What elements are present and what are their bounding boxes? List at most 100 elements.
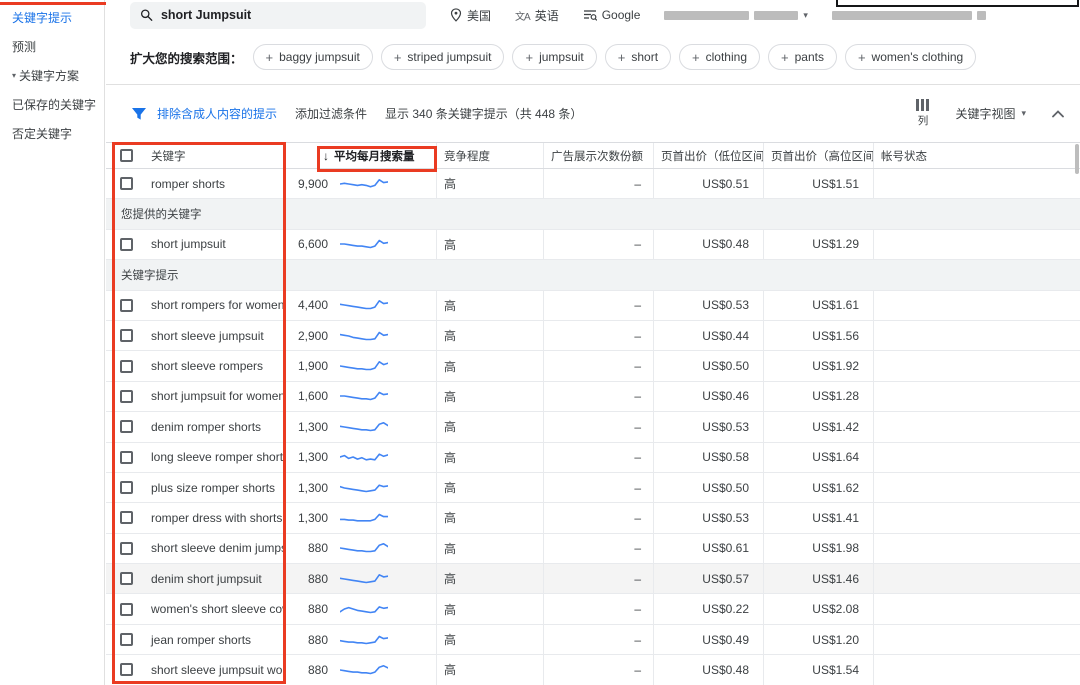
account-status-cell <box>873 594 1080 623</box>
table-row[interactable]: long sleeve romper shorts 1,300 高 – US$0… <box>106 443 1080 473</box>
ad-impression-share-cell: – <box>543 291 653 320</box>
top-bid-low-cell: US$0.53 <box>653 291 763 320</box>
section-label: 关键字提示 <box>121 267 179 283</box>
table-row[interactable]: short jumpsuit for women 1,600 高 – US$0.… <box>106 382 1080 412</box>
header-keyword[interactable]: 关键字 <box>141 143 286 168</box>
row-checkbox[interactable] <box>120 420 133 433</box>
row-checkbox[interactable] <box>120 511 133 524</box>
top-bid-low-cell: US$0.58 <box>653 443 763 472</box>
top-bid-high-cell: US$1.29 <box>763 230 873 259</box>
header-ad-impression-share[interactable]: 广告展示次数份额 <box>543 143 653 168</box>
sidebar-item[interactable]: 已保存的关键字 <box>0 90 104 119</box>
result-summary: 显示 340 条关键字提示（共 448 条） <box>385 105 582 122</box>
table-row[interactable]: plus size romper shorts 1,300 高 – US$0.5… <box>106 473 1080 503</box>
table-header-row: 关键字 ↓ 平均每月搜索量 竞争程度 广告展示次数份额 页首出价（低位区间） 页… <box>106 142 1080 169</box>
search-input[interactable] <box>161 8 416 22</box>
top-bid-high-cell: US$1.62 <box>763 473 873 502</box>
top-bid-low-cell: US$0.48 <box>653 655 763 684</box>
table-row[interactable]: romper dress with shorts 1,300 高 – US$0.… <box>106 503 1080 533</box>
ad-impression-share-cell: – <box>543 625 653 654</box>
top-bid-high-cell: US$1.20 <box>763 625 873 654</box>
keyword-suggestion-chip[interactable]: + women's clothing <box>845 44 976 70</box>
sidebar-item[interactable]: 关键字提示 <box>0 3 104 32</box>
table-row[interactable]: romper shorts 9,900 高 – US$0.51 US$1.51 <box>106 169 1080 199</box>
row-checkbox[interactable] <box>120 360 133 373</box>
language-selector[interactable]: 文A 英语 <box>515 7 559 24</box>
keyword-search-box[interactable] <box>130 2 426 29</box>
collapse-panel-button[interactable] <box>1052 110 1064 118</box>
row-checkbox[interactable] <box>120 633 133 646</box>
add-filter-button[interactable]: 添加过滤条件 <box>295 105 367 122</box>
table-row[interactable]: women's short sleeve coveralls 880 高 – U… <box>106 594 1080 624</box>
top-bid-high-cell: US$1.64 <box>763 443 873 472</box>
row-checkbox[interactable] <box>120 572 133 585</box>
table-row[interactable]: jean romper shorts 880 高 – US$0.49 US$1.… <box>106 625 1080 655</box>
keyword-view-dropdown[interactable]: 关键字视图 ▾ <box>955 105 1026 122</box>
network-selector[interactable]: Google <box>583 8 641 22</box>
top-bid-low-cell: US$0.48 <box>653 230 763 259</box>
table-row[interactable]: short rompers for women 4,400 高 – US$0.5… <box>106 291 1080 321</box>
account-status-cell <box>873 230 1080 259</box>
row-checkbox[interactable] <box>120 603 133 616</box>
row-checkbox[interactable] <box>120 329 133 342</box>
account-status-cell <box>873 291 1080 320</box>
sidebar-item[interactable]: ▾ 关键字方案 <box>0 61 104 90</box>
row-checkbox[interactable] <box>120 542 133 555</box>
table-row[interactable]: denim short jumpsuit 880 高 – US$0.57 US$… <box>106 564 1080 594</box>
header-competition[interactable]: 竞争程度 <box>436 143 543 168</box>
row-checkbox[interactable] <box>120 481 133 494</box>
row-checkbox[interactable] <box>120 663 133 676</box>
location-selector[interactable]: 美国 <box>450 7 491 24</box>
location-label: 美国 <box>467 7 491 24</box>
row-checkbox[interactable] <box>120 177 133 190</box>
keyword-suggestion-chip[interactable]: + baggy jumpsuit <box>253 44 373 70</box>
keyword-suggestion-chip[interactable]: + jumpsuit <box>512 44 596 70</box>
keyword-suggestion-chip[interactable]: + pants <box>768 44 837 70</box>
sidebar-item[interactable]: 预测 <box>0 32 104 61</box>
ad-impression-share-cell: – <box>543 594 653 623</box>
table-row[interactable]: short sleeve jumpsuit womens 880 高 – US$… <box>106 655 1080 685</box>
search-trend-sparkline <box>340 387 388 405</box>
top-bid-low-cell: US$0.22 <box>653 594 763 623</box>
account-status-cell <box>873 169 1080 198</box>
row-checkbox[interactable] <box>120 238 133 251</box>
search-trend-sparkline <box>340 479 388 497</box>
table-row[interactable]: short sleeve rompers 1,900 高 – US$0.50 U… <box>106 351 1080 381</box>
filter-icon[interactable] <box>131 107 147 121</box>
exclude-adult-link[interactable]: 排除含成人内容的提示 <box>157 105 277 122</box>
row-checkbox[interactable] <box>120 451 133 464</box>
table-row[interactable]: denim romper shorts 1,300 高 – US$0.53 US… <box>106 412 1080 442</box>
broaden-search-row: 扩大您的搜索范围： + baggy jumpsuit + striped jum… <box>106 30 1080 85</box>
top-bid-low-cell: US$0.49 <box>653 625 763 654</box>
keyword-suggestion-chip[interactable]: + clothing <box>679 44 760 70</box>
table-body: romper shorts 9,900 高 – US$0.51 US$1.51 … <box>106 169 1080 685</box>
ad-impression-share-cell: – <box>543 655 653 684</box>
ad-impression-share-cell: – <box>543 503 653 532</box>
date-range-selector[interactable]: ▾ <box>664 10 808 21</box>
vertical-scrollbar[interactable] <box>1075 144 1079 174</box>
competition-cell: 高 <box>436 321 543 350</box>
plus-icon: + <box>266 50 274 65</box>
table-row[interactable]: short sleeve denim jumpsuit 880 高 – US$0… <box>106 534 1080 564</box>
ad-impression-share-cell: – <box>543 443 653 472</box>
header-top-bid-high[interactable]: 页首出价（高位区间） <box>763 143 873 168</box>
top-bid-high-cell: US$1.46 <box>763 564 873 593</box>
header-account-status[interactable]: 帐号状态 <box>873 143 1080 168</box>
table-row[interactable]: short jumpsuit 6,600 高 – US$0.48 US$1.29 <box>106 230 1080 260</box>
header-top-bid-low[interactable]: 页首出价（低位区间） <box>653 143 763 168</box>
row-checkbox[interactable] <box>120 299 133 312</box>
keyword-planner-page: 关键字提示 预测 ▾ 关键字方案 已保存的关键字 否定关键字 <box>0 0 1080 685</box>
columns-icon <box>916 99 929 111</box>
keyword-suggestion-chip[interactable]: + short <box>605 44 671 70</box>
keyword-suggestion-chip[interactable]: + striped jumpsuit <box>381 44 505 70</box>
header-avg-monthly-searches[interactable]: ↓ 平均每月搜索量 <box>286 143 436 168</box>
columns-button[interactable]: 列 <box>916 99 929 128</box>
top-bid-high-cell: US$1.28 <box>763 382 873 411</box>
keyword-cell: romper shorts <box>141 169 286 198</box>
table-row[interactable]: short sleeve jumpsuit 2,900 高 – US$0.44 … <box>106 321 1080 351</box>
select-all-checkbox[interactable] <box>120 149 133 162</box>
top-bid-low-cell: US$0.53 <box>653 503 763 532</box>
search-trend-sparkline <box>340 327 388 345</box>
row-checkbox[interactable] <box>120 390 133 403</box>
sidebar-item[interactable]: 否定关键字 <box>0 119 104 148</box>
